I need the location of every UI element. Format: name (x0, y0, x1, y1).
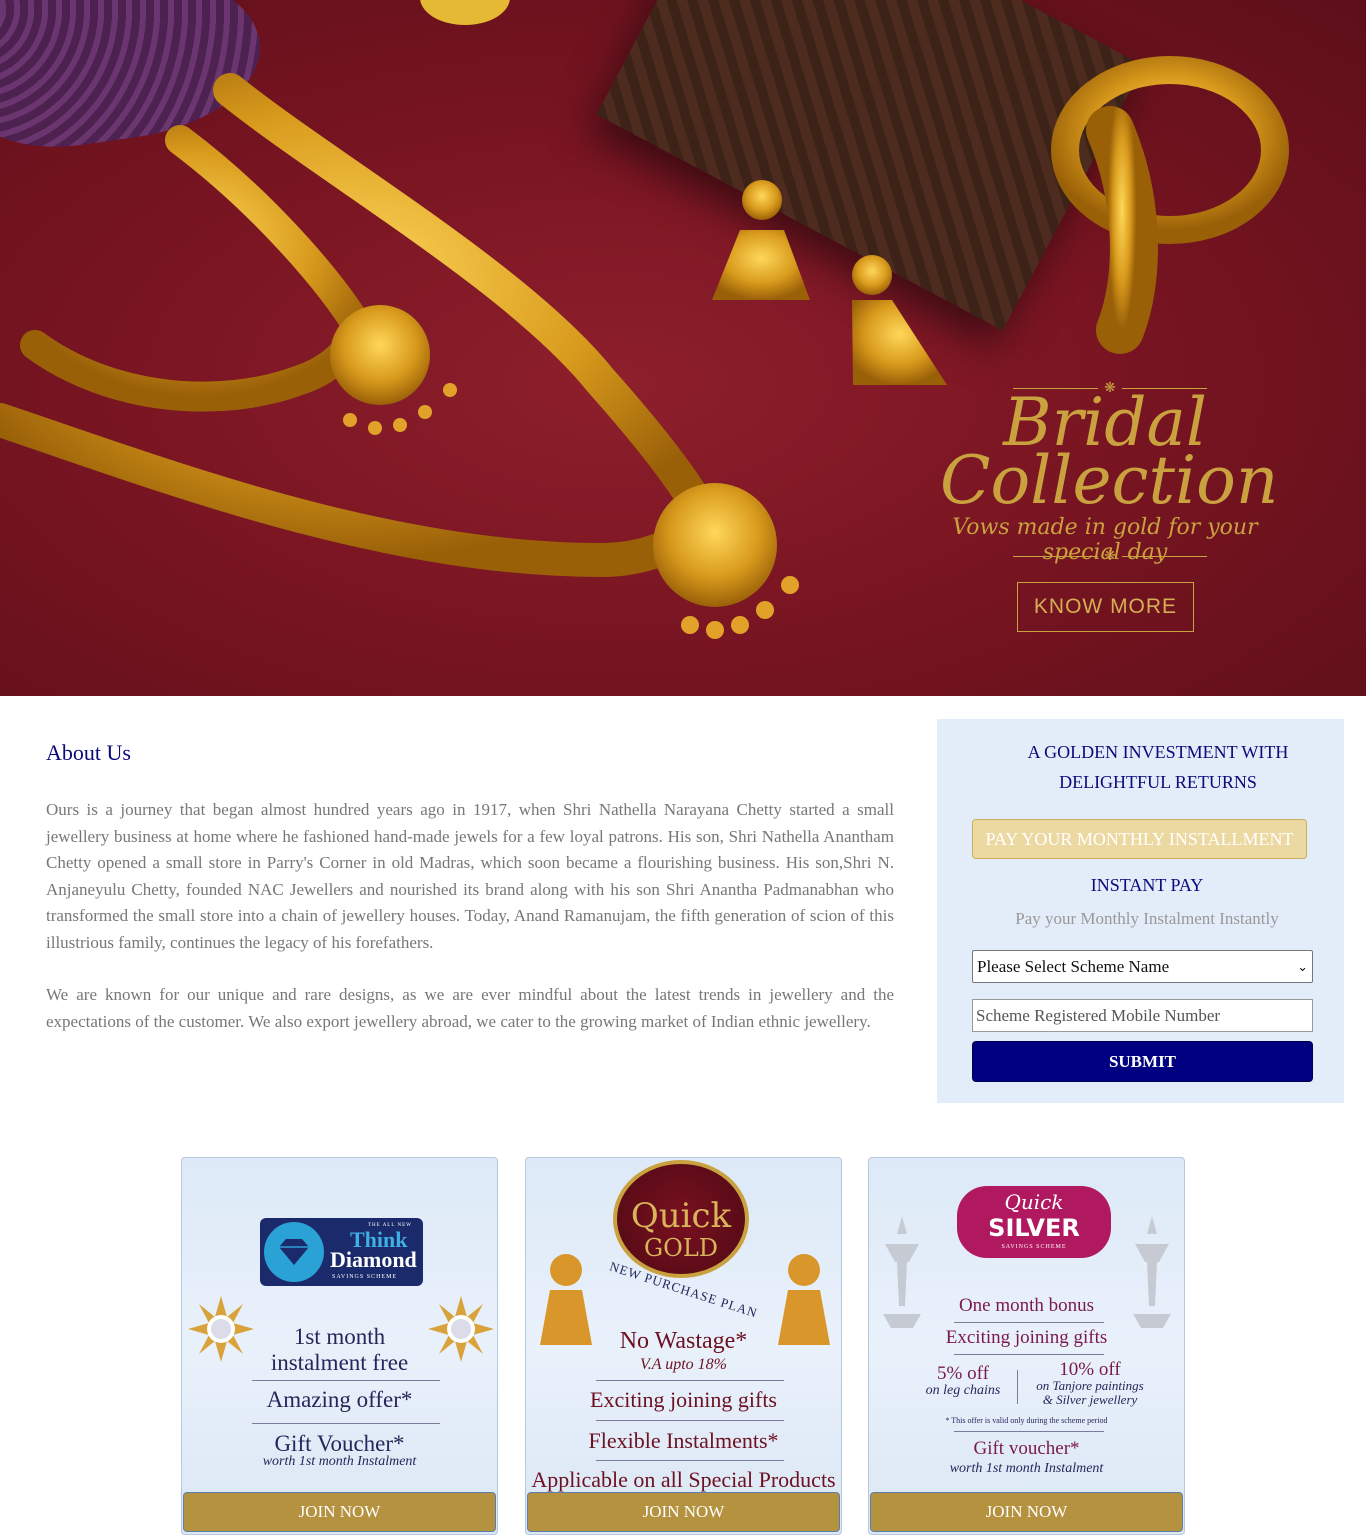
panel-heading-line1: A GOLDEN INVESTMENT WITH (1027, 742, 1289, 762)
quick-gold-card[interactable]: Quick GOLD NEW PURCHASE PLAN No Wastage*… (525, 1157, 842, 1535)
hero-title-line2: Collection (940, 442, 1279, 519)
join-now-button[interactable]: JOIN NOW (527, 1492, 840, 1532)
scheme-select-value: Please Select Scheme Name (977, 956, 1170, 976)
applicable-products: Applicable on all Special Products (531, 1467, 836, 1492)
earring-left (712, 230, 810, 300)
mobile-number-input[interactable] (972, 999, 1313, 1032)
scheme-name-select[interactable]: Please Select Scheme Name ⌄ (972, 950, 1313, 983)
quick-gold-logo: Quick GOLD (613, 1160, 749, 1278)
instant-pay-title: INSTANT PAY (1090, 875, 1204, 895)
logo-name: Think Diamond (330, 1229, 417, 1272)
about-paragraph-1: Ours is a journey that began almost hund… (46, 800, 894, 952)
logo-line1: Quick (1004, 1190, 1064, 1214)
about-title: About Us (46, 740, 131, 765)
divider (252, 1380, 440, 1381)
divider (954, 1322, 1104, 1323)
joining-gifts: Exciting joining gifts (590, 1387, 777, 1412)
know-more-button[interactable]: KNOW MORE (1017, 582, 1194, 632)
quick-silver-logo: Quick SILVER SAVINGS SCHEME (957, 1186, 1111, 1258)
logo-name-line2: Diamond (330, 1247, 417, 1272)
one-month-bonus: One month bonus (958, 1295, 1095, 1316)
gift-voucher-sub: worth 1st month Instalment (949, 1461, 1104, 1476)
offer-line2: instalment free (270, 1350, 409, 1375)
offer-5-percent: 5% off (937, 1363, 989, 1384)
va-upto: V.A upto 18% (640, 1356, 727, 1373)
offer-10-percent-sub1: on Tanjore paintings (1036, 1378, 1144, 1393)
ornament-divider-bottom: ❋ (990, 548, 1230, 565)
think-diamond-logo: THE ALL NEW Think Diamond SAVINGS SCHEME (260, 1218, 423, 1286)
gift-voucher-sub: worth 1st month Instalment (262, 1454, 417, 1469)
offer-5-percent-sub: on leg chains (925, 1383, 1001, 1398)
divider (596, 1420, 784, 1421)
gift-voucher: Gift voucher* (973, 1438, 1080, 1459)
offer-line1: 1st month (293, 1324, 386, 1349)
panel-heading: A GOLDEN INVESTMENT WITH DELIGHTFUL RETU… (937, 737, 1344, 797)
offer-10-percent-sub2: & Silver jewellery (1042, 1392, 1138, 1407)
about-paragraph-2: We are known for our unique and rare des… (46, 985, 894, 1031)
divider (252, 1423, 440, 1424)
divider (596, 1460, 784, 1461)
hero-title: Bridal Collection Vows made in gold for … (940, 390, 1279, 566)
offer-note: * This offer is valid only during the sc… (945, 1416, 1108, 1425)
earring-right (852, 300, 947, 385)
bangle-front (1086, 106, 1158, 354)
divider (596, 1380, 784, 1381)
logo-subtitle: SAVINGS SCHEME (332, 1274, 398, 1280)
quick-silver-card[interactable]: Quick SILVER SAVINGS SCHEME One month bo… (868, 1157, 1185, 1535)
about-text: Ours is a journey that began almost hund… (46, 797, 894, 1035)
divider (954, 1354, 1104, 1355)
logo-line2: SILVER (988, 1214, 1080, 1242)
divider (954, 1431, 1104, 1432)
hero-banner: ❋ Bridal Collection Vows made in gold fo… (0, 0, 1366, 696)
logo-subtitle: SAVINGS SCHEME (1001, 1244, 1067, 1250)
join-now-button[interactable]: JOIN NOW (870, 1492, 1183, 1532)
short-necklace-pendant (330, 305, 430, 405)
diamond-icon (264, 1222, 324, 1282)
joining-gifts: Exciting joining gifts (945, 1327, 1108, 1348)
panel-heading-line2: DELIGHTFUL RETURNS (1059, 772, 1257, 792)
offer-10-percent: 10% off (1059, 1359, 1121, 1380)
short-necklace (20, 125, 375, 412)
amazing-offer: Amazing offer* (266, 1387, 413, 1412)
vertical-divider (1017, 1370, 1018, 1404)
join-now-button[interactable]: JOIN NOW (183, 1492, 496, 1532)
logo-line2: GOLD (643, 1234, 719, 1262)
long-necklace-pendant (653, 483, 777, 607)
no-wastage: No Wastage* (619, 1328, 748, 1354)
pay-monthly-installment-button[interactable]: PAY YOUR MONTHLY INSTALLMENT (972, 819, 1307, 859)
flexible-instalments: Flexible Instalments* (588, 1428, 779, 1453)
logo-line1: Quick (630, 1196, 732, 1236)
submit-button[interactable]: SUBMIT (972, 1041, 1313, 1082)
instant-pay-panel: A GOLDEN INVESTMENT WITH DELIGHTFUL RETU… (937, 719, 1344, 1103)
instant-pay-subtitle: Pay your Monthly Instalment Instantly (1015, 909, 1279, 928)
chevron-down-icon: ⌄ (1297, 958, 1308, 974)
think-diamond-card[interactable]: THE ALL NEW Think Diamond SAVINGS SCHEME… (181, 1157, 498, 1535)
leg-chain-offer: 5% off on leg chains (917, 1363, 1009, 1399)
tanjore-offer: 10% off on Tanjore paintings & Silver je… (1027, 1359, 1153, 1407)
